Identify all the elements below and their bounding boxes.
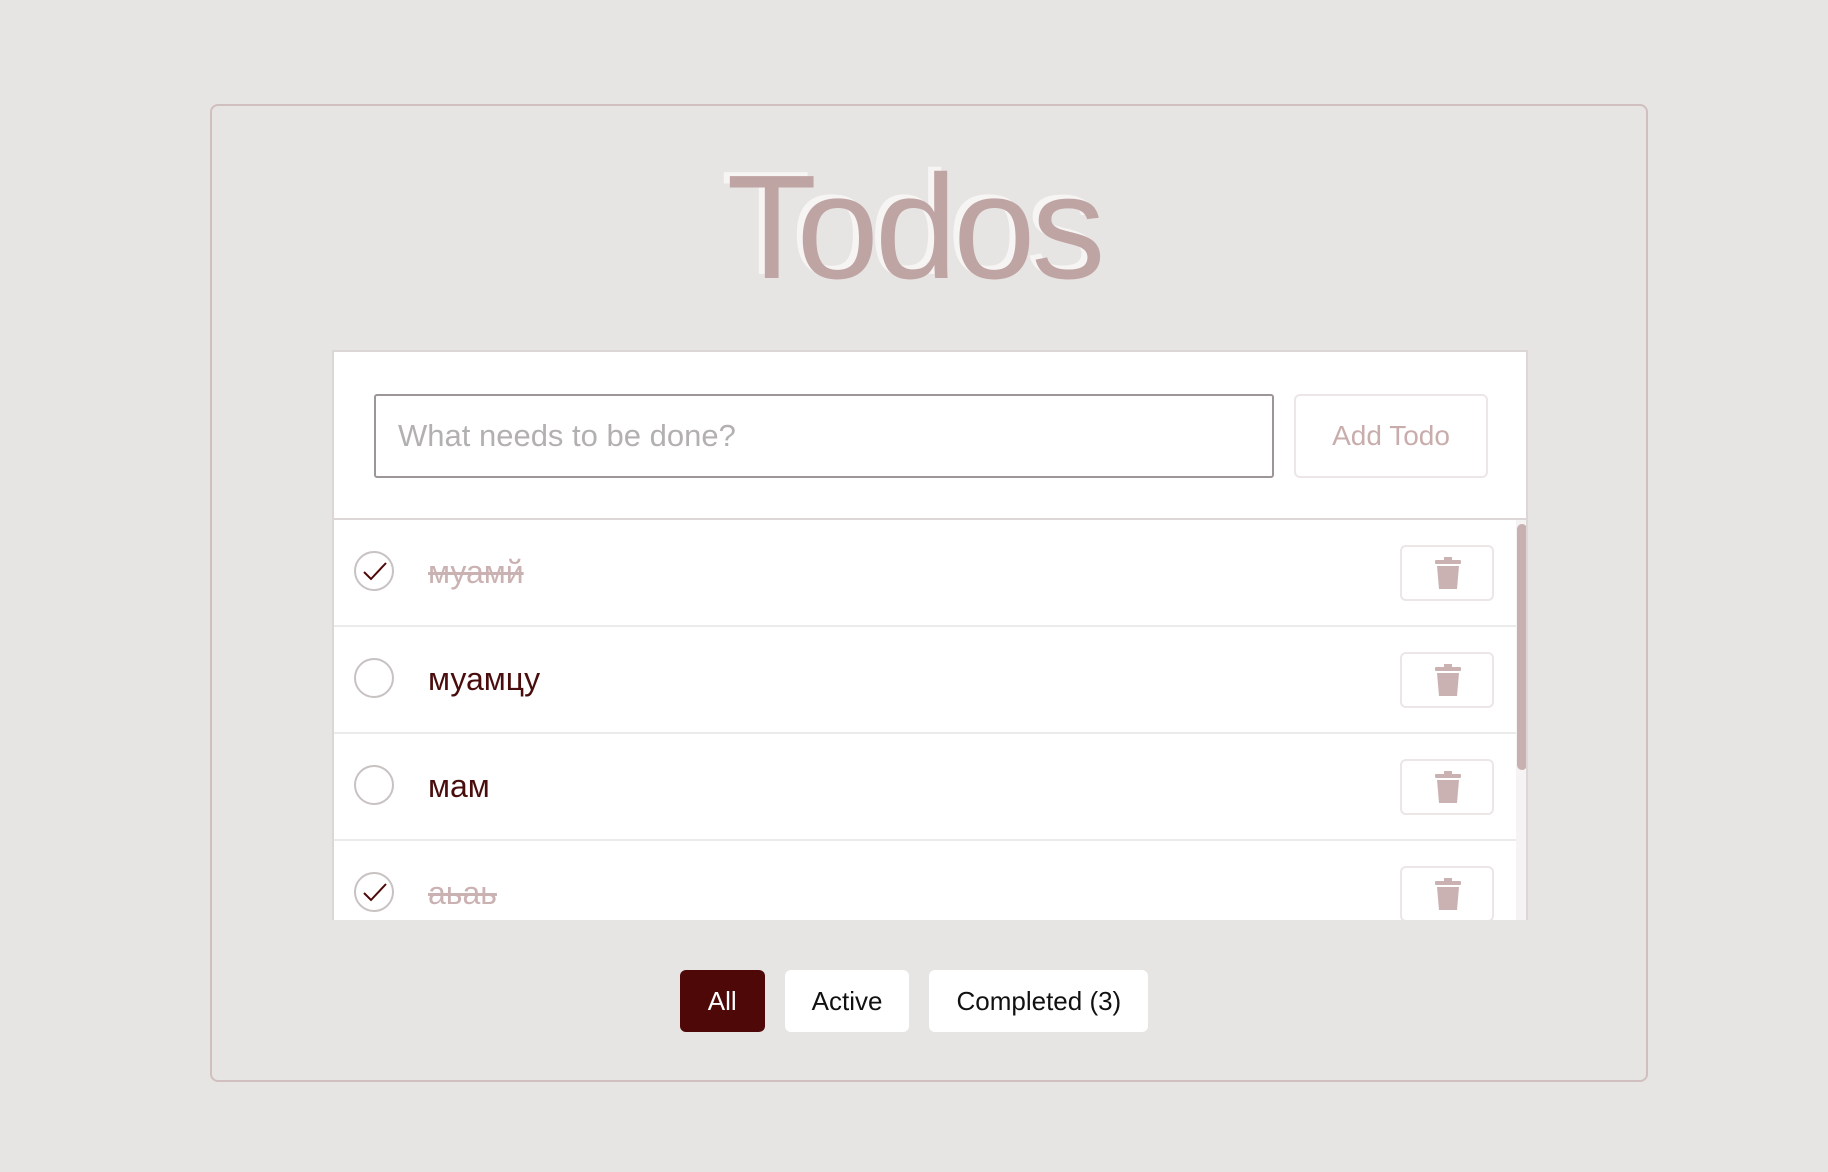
todo-item: муамй — [334, 520, 1516, 627]
filter-completed-button[interactable]: Completed (3) — [929, 970, 1149, 1032]
trash-icon — [1435, 557, 1461, 589]
todo-label[interactable]: мам — [428, 768, 490, 805]
filter-all-button[interactable]: All — [679, 970, 765, 1032]
trash-icon — [1435, 664, 1461, 696]
delete-todo-button[interactable] — [1400, 866, 1494, 920]
checkmark-icon — [363, 562, 387, 581]
todo-toggle[interactable] — [354, 658, 394, 698]
todo-label[interactable]: муамй — [428, 554, 524, 591]
todo-card: Add Todo муамй муамцу мам — [332, 350, 1528, 920]
todo-toggle[interactable] — [354, 872, 394, 912]
todo-label[interactable]: аьаь — [428, 875, 497, 912]
new-todo-row: Add Todo — [334, 352, 1526, 520]
new-todo-input[interactable] — [374, 394, 1274, 478]
add-todo-button[interactable]: Add Todo — [1294, 394, 1488, 478]
trash-icon — [1435, 878, 1461, 910]
checkmark-icon — [363, 883, 387, 902]
todo-item: мам — [334, 734, 1516, 841]
page-title: Todos — [726, 145, 1106, 310]
todo-label[interactable]: муамцу — [428, 661, 540, 698]
trash-icon — [1435, 771, 1461, 803]
todo-toggle[interactable] — [354, 765, 394, 805]
todo-toggle[interactable] — [354, 551, 394, 591]
scrollbar-thumb[interactable] — [1517, 524, 1526, 770]
todo-item: муамцу — [334, 627, 1516, 734]
todo-list: муамй муамцу мам аьаь — [334, 520, 1516, 920]
todo-list-scrollbar[interactable] — [1516, 520, 1526, 920]
todo-item: аьаь — [334, 841, 1516, 920]
delete-todo-button[interactable] — [1400, 545, 1494, 601]
filter-active-button[interactable]: Active — [784, 970, 910, 1032]
filter-bar: All Active Completed (3) — [0, 970, 1828, 1032]
delete-todo-button[interactable] — [1400, 652, 1494, 708]
delete-todo-button[interactable] — [1400, 759, 1494, 815]
